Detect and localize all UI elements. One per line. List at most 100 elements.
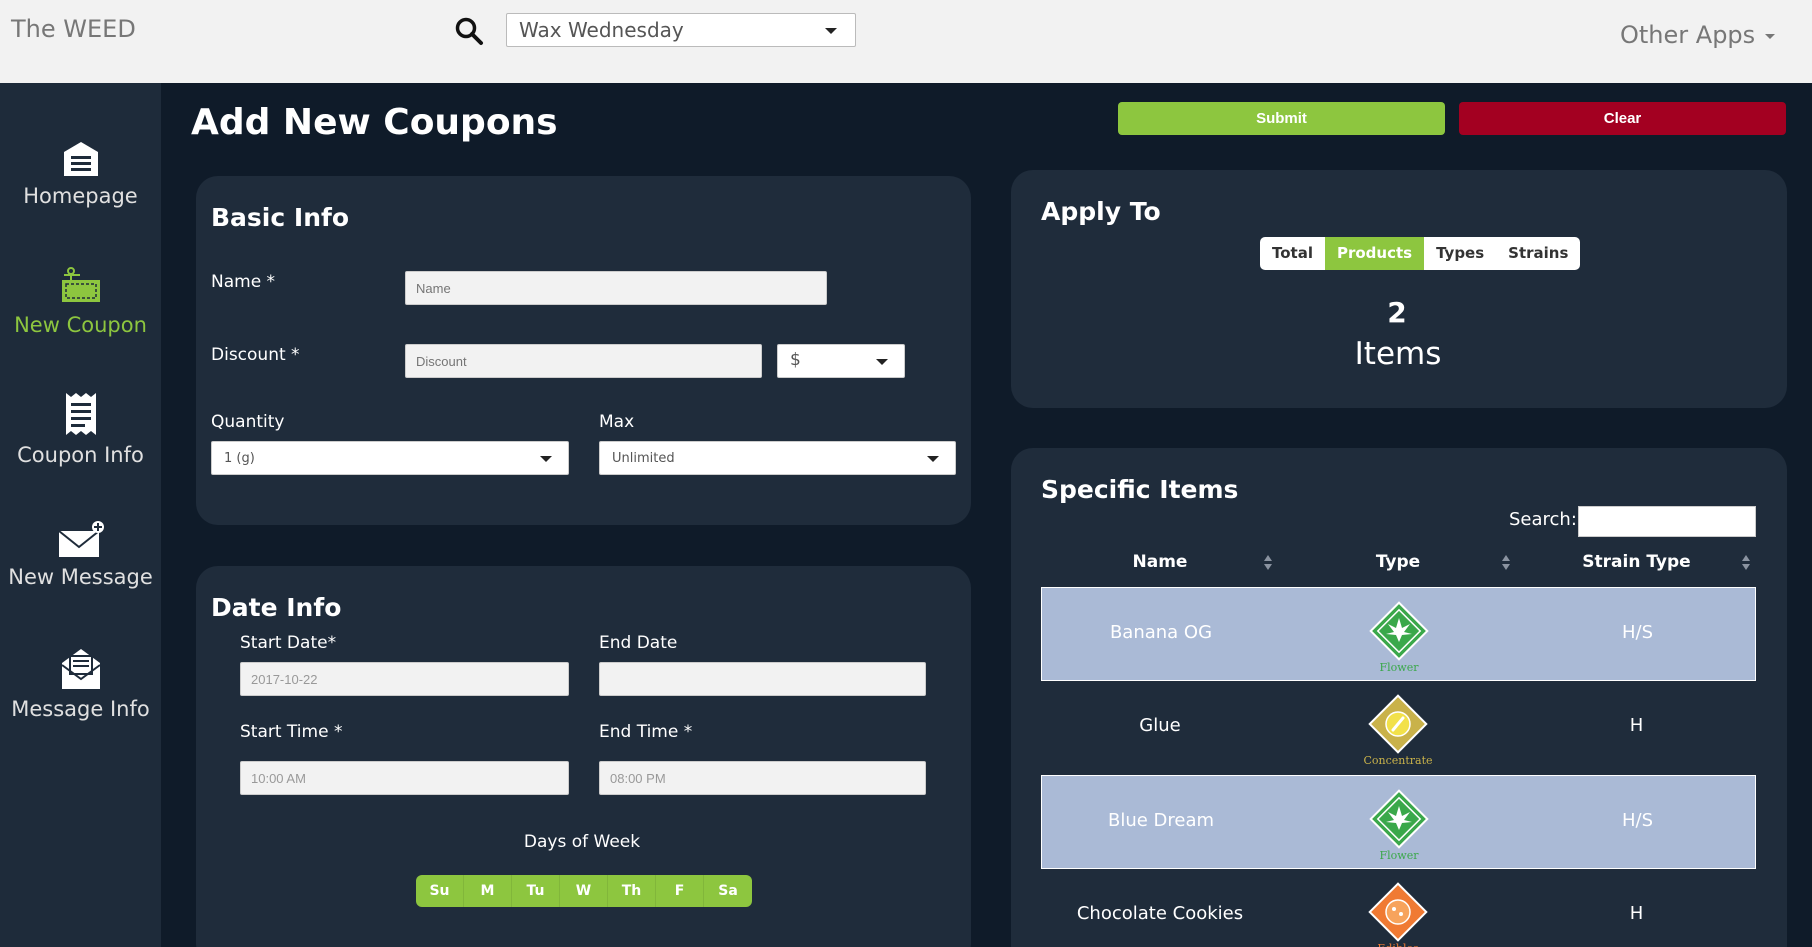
day-toggle-friday[interactable]: F bbox=[656, 875, 704, 907]
day-toggle-tuesday[interactable]: Tu bbox=[512, 875, 560, 907]
days-of-week-toggle: Su M Tu W Th F Sa bbox=[416, 875, 752, 907]
other-apps-label: Other Apps bbox=[1620, 21, 1756, 49]
item-count-label: Items bbox=[1354, 336, 1442, 372]
day-toggle-sunday[interactable]: Su bbox=[416, 875, 464, 907]
apply-to-title: Apply To bbox=[1041, 197, 1161, 226]
receipt-icon bbox=[65, 393, 96, 435]
sidebar-item-coupon-info[interactable]: Coupon Info bbox=[0, 391, 161, 467]
item-type-label: Edibles bbox=[1279, 942, 1517, 947]
item-type-label: Flower bbox=[1379, 849, 1419, 862]
item-strain-type: H bbox=[1629, 715, 1644, 736]
sidebar-item-message-info[interactable]: Message Info bbox=[0, 645, 161, 721]
item-type-label: Flower bbox=[1379, 661, 1419, 674]
day-toggle-monday[interactable]: M bbox=[464, 875, 512, 907]
sidebar-item-label: Message Info bbox=[11, 697, 150, 721]
start-date-label: Start Date* bbox=[240, 633, 337, 653]
max-label: Max bbox=[599, 412, 635, 432]
days-of-week-label: Days of Week bbox=[523, 832, 641, 852]
max-select[interactable]: Unlimited bbox=[599, 441, 956, 475]
date-info-title: Date Info bbox=[211, 593, 342, 622]
top-bar: The WEED Wax Wednesday Other Apps bbox=[0, 0, 1812, 83]
item-type: Edibles bbox=[1279, 877, 1517, 947]
sidebar-item-label: New Coupon bbox=[14, 313, 147, 337]
discount-unit-select[interactable]: $ bbox=[777, 344, 905, 378]
apply-to-option-strains[interactable]: Strains bbox=[1496, 237, 1580, 270]
table-row[interactable]: Banana OG Flower H/S bbox=[1041, 587, 1756, 681]
item-count: 2 bbox=[1387, 296, 1407, 329]
sidebar-item-new-message[interactable]: New Message bbox=[0, 519, 161, 589]
search-label: Search: bbox=[1509, 509, 1577, 530]
item-type: Flower bbox=[1280, 784, 1518, 868]
item-name: Blue Dream bbox=[1107, 810, 1215, 831]
specific-items-title: Specific Items bbox=[1041, 475, 1239, 504]
sidebar-item-label: New Message bbox=[8, 565, 153, 589]
item-type: Concentrate bbox=[1279, 689, 1517, 773]
end-date-input[interactable] bbox=[599, 662, 926, 696]
quantity-label: Quantity bbox=[211, 412, 285, 432]
chevron-down-icon bbox=[1765, 33, 1776, 39]
column-header-type[interactable]: Type bbox=[1279, 552, 1517, 572]
day-toggle-thursday[interactable]: Th bbox=[608, 875, 656, 907]
discount-label: Discount * bbox=[211, 345, 300, 365]
apply-to-option-types[interactable]: Types bbox=[1424, 237, 1496, 270]
store-select-value: Wax Wednesday bbox=[519, 18, 684, 42]
name-label: Name * bbox=[211, 272, 276, 292]
sort-icon[interactable] bbox=[1502, 555, 1510, 571]
quantity-value: 1 (g) bbox=[224, 451, 255, 466]
coupon-icon bbox=[61, 267, 100, 302]
apply-to-option-total[interactable]: Total bbox=[1260, 237, 1325, 270]
warehouse-icon bbox=[63, 142, 98, 176]
table-row[interactable]: Chocolate Cookies Edibles H bbox=[1041, 869, 1756, 947]
start-time-input[interactable] bbox=[240, 761, 569, 795]
name-input[interactable] bbox=[405, 271, 827, 305]
item-name: Banana OG bbox=[1109, 622, 1213, 643]
start-date-input[interactable] bbox=[240, 662, 569, 696]
clear-button[interactable]: Clear bbox=[1459, 102, 1786, 135]
end-time-label: End Time * bbox=[599, 722, 693, 742]
chevron-down-icon bbox=[825, 28, 837, 34]
day-toggle-saturday[interactable]: Sa bbox=[704, 875, 752, 907]
apply-to-segmented-control: Total Products Types Strains bbox=[1260, 237, 1581, 270]
sort-icon[interactable] bbox=[1742, 555, 1750, 571]
dropper-icon bbox=[1368, 694, 1428, 754]
column-header-strain-type[interactable]: Strain Type bbox=[1517, 552, 1756, 572]
submit-button[interactable]: Submit bbox=[1118, 102, 1445, 135]
end-date-label: End Date bbox=[599, 633, 678, 653]
chevron-down-icon bbox=[927, 456, 939, 462]
table-row[interactable]: Blue Dream Flower H/S bbox=[1041, 775, 1756, 869]
sidebar: Homepage New Coupon Coupon Info New Mess… bbox=[0, 83, 161, 947]
store-select[interactable]: Wax Wednesday bbox=[506, 13, 856, 47]
item-strain-type: H bbox=[1629, 903, 1644, 924]
item-strain-type: H/S bbox=[1621, 622, 1654, 643]
item-name: Chocolate Cookies bbox=[1076, 903, 1244, 924]
end-time-input[interactable] bbox=[599, 761, 926, 795]
chevron-down-icon bbox=[876, 359, 888, 365]
cannabis-leaf-icon bbox=[1369, 789, 1429, 849]
item-type: Flower bbox=[1280, 596, 1518, 680]
basic-info-title: Basic Info bbox=[211, 203, 350, 232]
sidebar-item-new-coupon[interactable]: New Coupon bbox=[0, 265, 161, 337]
open-envelope-icon bbox=[60, 649, 101, 689]
table-row[interactable]: Glue Concentrate H bbox=[1041, 681, 1756, 775]
item-name: Glue bbox=[1139, 715, 1181, 736]
discount-input[interactable] bbox=[405, 344, 762, 378]
cookie-icon bbox=[1368, 882, 1428, 942]
quantity-select[interactable]: 1 (g) bbox=[211, 441, 569, 475]
page-title: Add New Coupons bbox=[191, 102, 558, 143]
envelope-plus-icon bbox=[57, 521, 104, 557]
start-time-label: Start Time * bbox=[240, 722, 343, 742]
items-search-input[interactable] bbox=[1578, 506, 1756, 537]
sidebar-item-label: Homepage bbox=[23, 184, 138, 208]
sort-icon[interactable] bbox=[1264, 555, 1272, 571]
column-header-name[interactable]: Name bbox=[1041, 552, 1279, 572]
day-toggle-wednesday[interactable]: W bbox=[560, 875, 608, 907]
sidebar-item-label: Coupon Info bbox=[17, 443, 144, 467]
other-apps-menu[interactable]: Other Apps bbox=[1620, 21, 1776, 49]
cannabis-leaf-icon bbox=[1369, 601, 1429, 661]
apply-to-option-products[interactable]: Products bbox=[1324, 237, 1425, 270]
discount-unit-value: $ bbox=[790, 350, 801, 370]
search-icon[interactable] bbox=[454, 16, 484, 46]
chevron-down-icon bbox=[540, 456, 552, 462]
brand-title[interactable]: The WEED bbox=[11, 15, 136, 43]
sidebar-item-homepage[interactable]: Homepage bbox=[0, 138, 161, 208]
